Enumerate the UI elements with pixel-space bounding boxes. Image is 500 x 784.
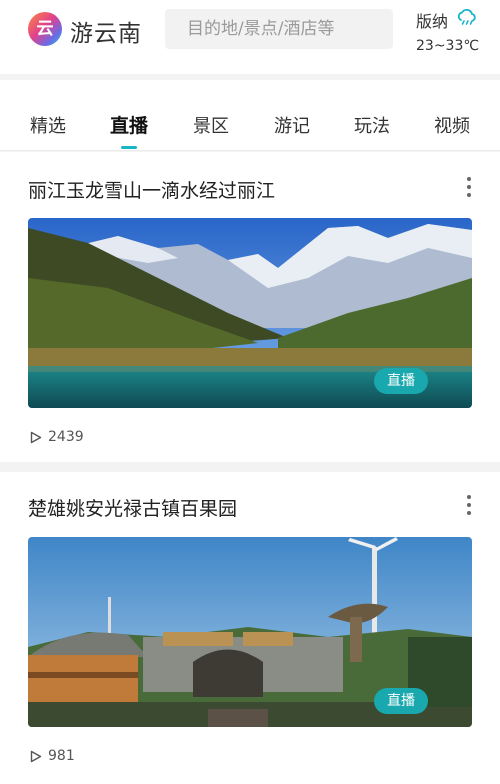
card-title[interactable]: 楚雄姚安光禄古镇百果园 (28, 494, 237, 521)
feed-card[interactable]: 楚雄姚安光禄古镇百果园 直播 981 (0, 472, 500, 784)
tab-play[interactable]: 玩法 (354, 112, 390, 138)
card-title[interactable]: 丽江玉龙雪山一滴水经过丽江 (28, 176, 275, 203)
view-count: 2439 (30, 429, 84, 445)
live-badge: 直播 (374, 688, 428, 714)
active-tab-indicator (121, 146, 137, 149)
weather-widget[interactable]: 版纳 23~33℃ (416, 8, 486, 54)
app-logo[interactable]: 云 (28, 12, 62, 46)
view-count-value: 2439 (48, 429, 84, 445)
view-count-value: 981 (48, 748, 75, 764)
cloud-rain-icon (457, 9, 476, 25)
tab-live[interactable]: 直播 (110, 111, 148, 138)
category-tabs: 精选 直播 景区 游记 玩法 视频 (0, 80, 500, 151)
tab-scenic[interactable]: 景区 (193, 112, 229, 138)
search-input[interactable] (165, 9, 393, 49)
brand-name: 游云南 (70, 21, 142, 47)
tab-travelogue[interactable]: 游记 (274, 112, 310, 138)
more-options-icon[interactable] (464, 177, 474, 201)
tab-video[interactable]: 视频 (434, 112, 470, 138)
tab-selected[interactable]: 精选 (30, 112, 66, 138)
weather-temp: 23~33℃ (416, 38, 480, 54)
more-options-icon[interactable] (464, 495, 474, 519)
play-icon (30, 750, 42, 762)
play-icon (30, 431, 42, 443)
app-header: 云 游云南 版纳 23~33℃ (0, 0, 500, 74)
logo-mark: 云 (36, 18, 54, 39)
view-count: 981 (30, 748, 75, 764)
feed-card[interactable]: 丽江玉龙雪山一滴水经过丽江 直播 2439 (0, 152, 500, 462)
live-badge: 直播 (374, 368, 428, 394)
